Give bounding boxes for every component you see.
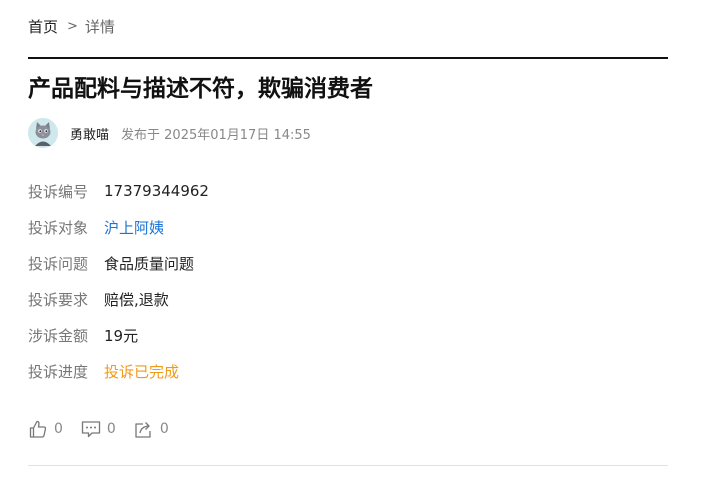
avatar[interactable] [28, 118, 58, 148]
breadcrumb: 首页 > 详情 [28, 15, 115, 37]
field-complaint-amount: 涉诉金额 19元 [28, 317, 209, 353]
field-complaint-request: 投诉要求 赔偿,退款 [28, 281, 209, 317]
field-value: 赔偿,退款 [104, 290, 169, 309]
field-label: 投诉进度 [28, 362, 89, 381]
field-value: 食品质量问题 [104, 254, 195, 273]
field-value: 19元 [104, 326, 139, 345]
field-label: 投诉要求 [28, 290, 89, 309]
complaint-detail-page: 首页 > 详情 产品配料与描述不符，欺骗消费者 勇敢喵 发布于 2025年01月… [0, 0, 722, 481]
field-label: 投诉编号 [28, 182, 89, 201]
comment-button[interactable]: 0 [81, 419, 116, 439]
field-label: 投诉对象 [28, 218, 89, 237]
field-label: 涉诉金额 [28, 326, 89, 345]
field-complaint-number: 投诉编号 17379344962 [28, 173, 209, 209]
cat-avatar-icon [28, 118, 58, 148]
header-divider [28, 57, 668, 59]
like-button[interactable]: 0 [28, 419, 63, 439]
author-row: 勇敢喵 发布于 2025年01月17日 14:55 [28, 118, 311, 148]
field-value: 17379344962 [104, 182, 209, 200]
like-count: 0 [54, 421, 63, 437]
comment-count: 0 [106, 421, 116, 437]
thumbs-up-icon [29, 420, 47, 438]
share-icon [135, 422, 151, 438]
field-complaint-progress: 投诉进度 投诉已完成 [28, 353, 209, 389]
action-bar: 0 0 0 [28, 418, 187, 440]
author-name[interactable]: 勇敢喵 [70, 124, 109, 143]
field-label: 投诉问题 [28, 254, 89, 273]
breadcrumb-separator: > [67, 18, 78, 34]
complaint-target-link[interactable]: 沪上阿姨 [104, 217, 164, 238]
breadcrumb-home-link[interactable]: 首页 [28, 16, 58, 37]
share-count: 0 [159, 421, 169, 437]
publish-timestamp: 发布于 2025年01月17日 14:55 [121, 127, 311, 143]
field-complaint-target: 投诉对象 沪上阿姨 [28, 209, 209, 245]
comment-icon [81, 421, 101, 438]
breadcrumb-current: 详情 [84, 17, 115, 36]
field-complaint-issue: 投诉问题 食品质量问题 [28, 245, 209, 281]
share-button[interactable]: 0 [134, 419, 169, 439]
footer-divider [28, 465, 668, 466]
page-title: 产品配料与描述不符，欺骗消费者 [28, 76, 373, 102]
status-badge: 投诉已完成 [104, 362, 180, 381]
complaint-fields: 投诉编号 17379344962 投诉对象 沪上阿姨 投诉问题 食品质量问题 投… [28, 173, 209, 389]
